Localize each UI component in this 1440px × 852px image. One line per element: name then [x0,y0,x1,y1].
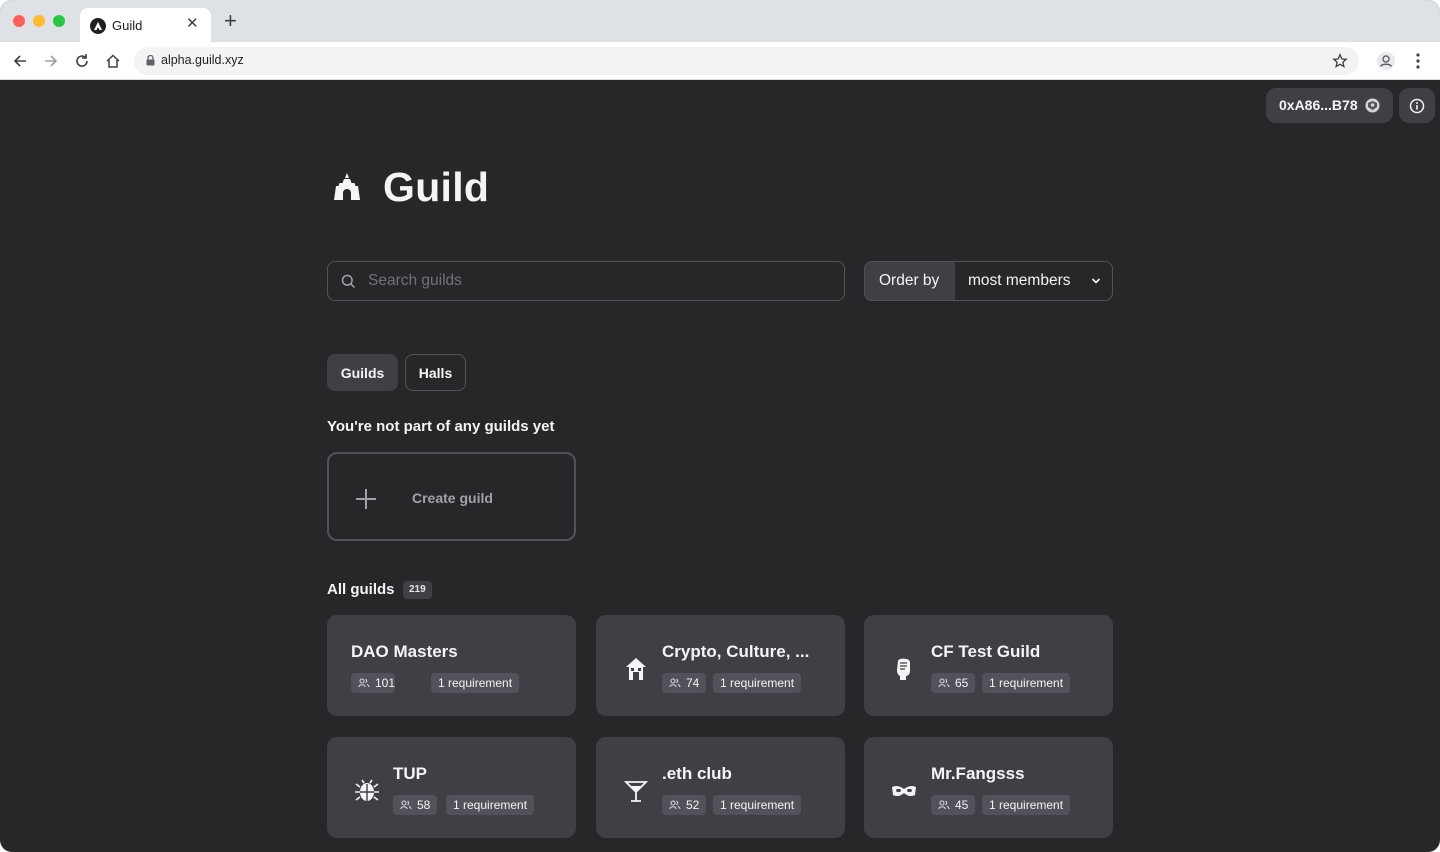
mask-icon [892,785,916,797]
close-window-button[interactable] [13,15,25,27]
guild-name: TUP [393,764,427,783]
guild-name: CF Test Guild [931,642,1041,661]
minimize-window-button[interactable] [33,15,45,27]
guild-card[interactable]: Mr.Fangsss 45 1 requirement [864,737,1113,838]
tab-bar: Guild ✕ + [0,0,1440,42]
member-count-tag: 58 [393,795,437,815]
avatar-icon [1365,98,1380,113]
order-by-label: Order by [865,262,955,300]
url-text: alpha.guild.xyz [161,53,244,67]
guild-card[interactable]: DAO Masters 101 1 requirement [327,615,576,716]
guild-castle-logo-icon [334,173,360,200]
member-count-tag: 65 [931,673,975,693]
profile-icon[interactable] [1376,51,1396,71]
member-count: 52 [686,798,700,812]
guild-card[interactable]: Crypto, Culture, ... 74 1 requirement [596,615,845,716]
member-count: 101 [375,676,396,690]
plus-icon [356,489,376,509]
requirement-tag: 1 requirement [713,795,802,815]
guild-name: .eth club [662,764,732,783]
member-count-tag: 45 [931,795,975,815]
member-count: 58 [417,798,431,812]
member-count: 74 [686,676,700,690]
users-icon [669,678,681,688]
guild-name: DAO Masters [351,642,458,661]
browser-toolbar: alpha.guild.xyz [0,42,1440,80]
users-icon [400,800,412,810]
search-input[interactable] [368,262,828,300]
create-guild-button[interactable]: Create guild [327,452,576,541]
member-count: 45 [955,798,969,812]
fist-icon [897,658,910,680]
order-by-select[interactable]: Order by most members [864,261,1113,301]
bookmark-star-icon[interactable] [1332,53,1348,69]
tab-title: Guild [112,18,143,33]
member-count: 65 [955,676,969,690]
reload-icon[interactable] [73,52,91,70]
search-icon [341,274,356,289]
wallet-address: 0xA86...B78 [1279,97,1358,113]
guild-name: Mr.Fangsss [931,764,1025,783]
home-icon[interactable] [104,52,122,70]
guild-favicon-icon [90,18,106,34]
close-tab-icon[interactable]: ✕ [186,16,199,32]
member-count-tag: 52 [662,795,706,815]
all-guilds-title: All guilds [327,581,395,598]
guild-card[interactable]: .eth club 52 1 requirement [596,737,845,838]
tab-halls[interactable]: Halls [405,354,466,391]
requirement-tag: 1 requirement [982,795,1071,815]
info-icon [1409,98,1425,114]
order-by-value: most members [968,272,1071,289]
users-icon [358,678,370,688]
wallet-account-button[interactable]: 0xA86...B78 [1266,88,1393,123]
my-guilds-empty-message: You're not part of any guilds yet [327,418,555,435]
forward-icon[interactable] [42,52,60,70]
guild-count-badge: 219 [403,581,432,599]
create-guild-label: Create guild [412,490,493,506]
guild-card[interactable]: CF Test Guild 65 1 requirement [864,615,1113,716]
requirement-tag: 1 requirement [982,673,1071,693]
lock-icon [146,55,155,66]
more-menu-icon[interactable] [1410,52,1426,70]
cocktail-icon [623,781,649,802]
users-icon [938,800,950,810]
maximize-window-button[interactable] [53,15,65,27]
users-icon [669,800,681,810]
page-title: Guild [383,164,490,210]
member-count-tag: 74 [662,673,706,693]
browser-window: Guild ✕ + alpha.guild.xyz 0xA86...B78 Gu… [0,0,1440,852]
requirement-tag: 1 requirement [431,673,520,693]
requirement-tag: 1 requirement [446,795,535,815]
back-icon[interactable] [11,52,29,70]
address-bar[interactable]: alpha.guild.xyz [134,47,1359,75]
requirement-tag: 1 requirement [713,673,802,693]
info-button[interactable] [1399,88,1435,123]
tab-guilds[interactable]: Guilds [327,354,398,391]
guild-name: Crypto, Culture, ... [662,642,810,661]
users-icon [938,678,950,688]
guild-card[interactable]: TUP 58 1 requirement [327,737,576,838]
new-tab-button[interactable]: + [224,10,237,32]
house-icon [626,658,646,680]
search-box [327,261,845,301]
member-count-tag: 101 [351,673,395,693]
browser-tab[interactable]: Guild ✕ [80,8,211,42]
bug-icon [355,779,379,801]
chevron-down-icon [1091,278,1101,284]
